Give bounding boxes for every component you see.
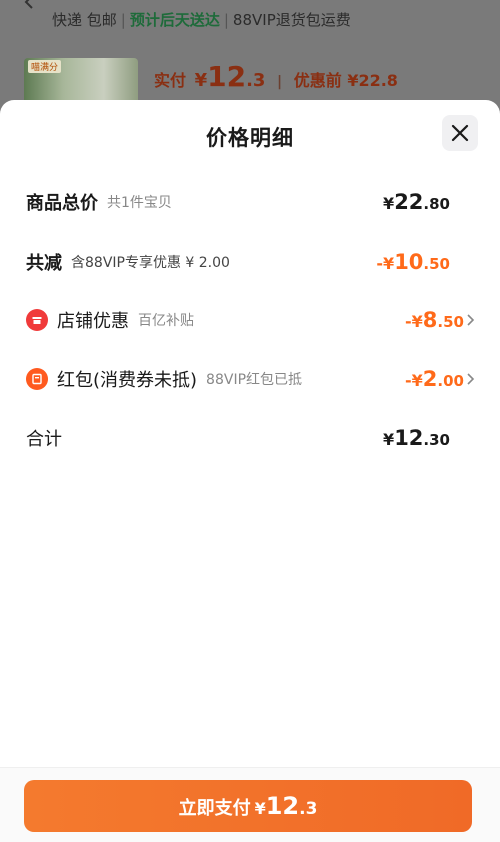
pay-now-dec: .3 [299,799,318,819]
pay-now-button[interactable]: 立即支付 ¥12.3 [24,780,472,832]
chevron-right-icon [467,314,475,326]
goods-total-label: 商品总价 [26,193,98,214]
back-arrow-icon [24,0,33,9]
chevron-right-icon [467,373,475,385]
pay-now-int: 12 [265,792,300,820]
close-button[interactable] [442,115,478,151]
coupon-icon [26,368,48,390]
product-thumbnail: 喵满分 [24,58,138,106]
footer-bar: 立即支付 ¥12.3 [0,767,500,842]
product-tag: 喵满分 [28,60,62,73]
paid-label: 实付 [154,71,187,90]
reduce-amount: -¥10.50 [376,250,450,274]
paid-dec: .3 [246,70,266,91]
goods-total-amount: ¥22.80 [383,190,450,214]
pay-now-label: 立即支付 [178,798,251,819]
goods-total-sub: 共1件宝贝 [107,195,172,211]
row-store-discount[interactable]: 店铺优惠 百亿补贴 -¥8.50 [26,304,476,336]
subtotal-amount: ¥12.30 [383,426,450,450]
before-discount: 优惠前 ¥22.8 [293,71,398,90]
row-goods-total: 商品总价 共1件宝贝 ¥22.80 [26,186,476,218]
return-shipping: 88VIP退货包运费 [232,11,351,29]
paid-currency: ¥ [194,70,208,91]
store-discount-amount: -¥8.50 [405,308,464,332]
delivery-estimate: 预计后天送达 [129,11,220,29]
red-packet-label: 红包(消费券未抵) [57,370,198,391]
paid-int: 12 [207,60,247,93]
pay-now-currency: ¥ [254,799,266,818]
close-icon [451,124,469,142]
sheet-title: 价格明细 [206,126,294,150]
row-total-reduce: 共减 含88VIP专享优惠 ¥ 2.00 -¥10.50 [26,246,476,278]
subtotal-label: 合计 [26,429,62,450]
price-divider: | [277,74,283,90]
row-subtotal: 合计 ¥12.30 [26,422,476,454]
store-discount-sub: 百亿补贴 [138,313,194,329]
shipping-label: 快递 包邮 [52,11,117,29]
store-discount-label: 店铺优惠 [57,311,129,332]
reduce-sub: 含88VIP专享优惠 ¥ 2.00 [71,255,230,271]
red-packet-amount: -¥2.00 [405,367,464,391]
row-red-packet[interactable]: 红包(消费券未抵) 88VIP红包已抵 -¥2.00 [26,363,476,395]
red-packet-sub: 88VIP红包已抵 [206,372,303,388]
background-price: 实付 ¥12.3 | 优惠前 ¥22.8 [154,60,398,93]
store-icon [26,309,48,331]
reduce-label: 共减 [26,253,62,274]
price-detail-sheet: 价格明细 商品总价 共1件宝贝 ¥22.80 共减 含88VIP专享优惠 ¥ 2… [0,100,500,842]
shipping-info: 快递 包邮 | 预计后天送达 | 88VIP退货包运费 [52,11,351,29]
